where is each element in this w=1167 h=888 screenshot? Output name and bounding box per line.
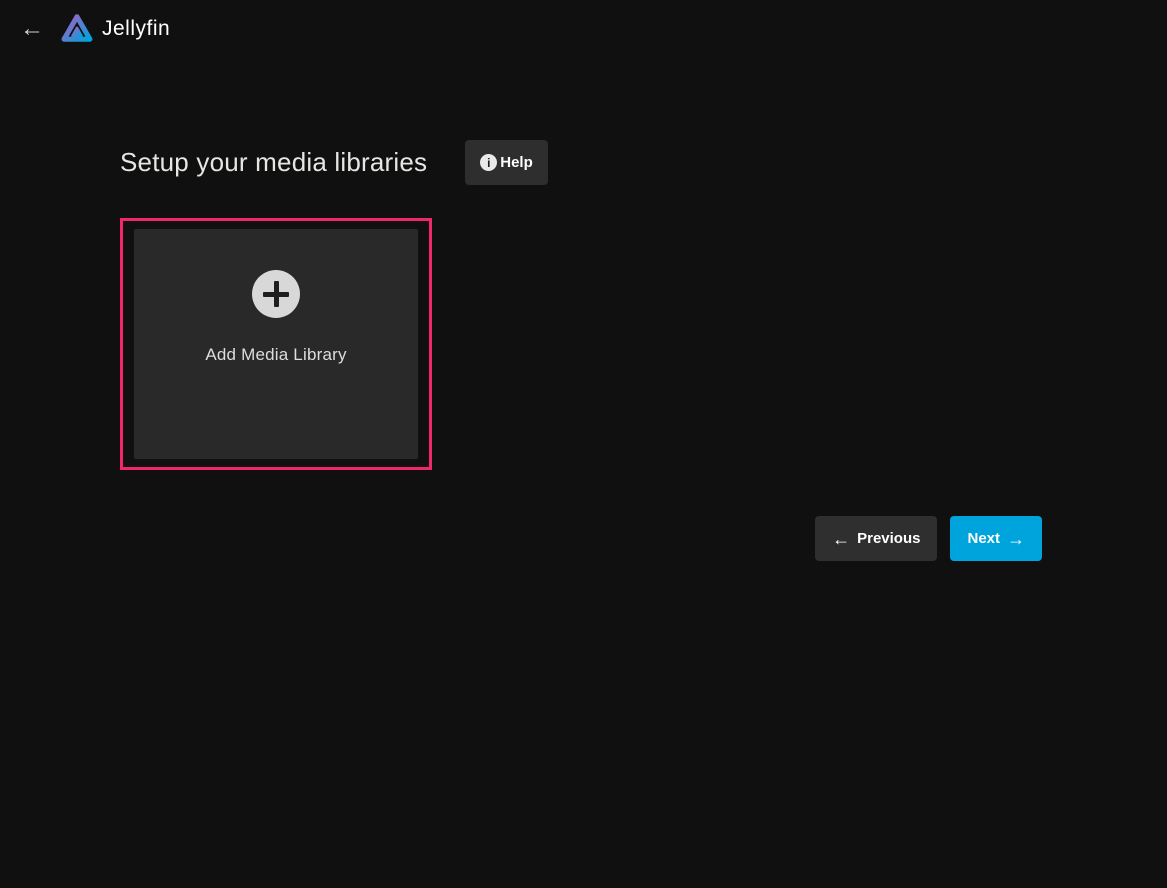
wizard-nav-buttons: ← Previous Next → (120, 516, 1042, 561)
jellyfin-logo-icon (60, 11, 94, 47)
arrow-right-icon: → (1007, 530, 1025, 548)
info-icon: i (480, 154, 497, 171)
setup-wizard-page: Setup your media libraries i Help Add Me… (0, 58, 1167, 561)
add-library-card-label: Add Media Library (205, 345, 346, 365)
next-button[interactable]: Next → (950, 516, 1042, 561)
previous-button-label: Previous (857, 530, 920, 547)
plus-icon (252, 270, 300, 318)
arrow-left-icon: ← (832, 530, 850, 548)
back-arrow-icon: ← (20, 17, 44, 41)
back-button[interactable]: ← (14, 11, 50, 47)
library-grid: Add Media Library (120, 218, 1042, 470)
help-button[interactable]: i Help (465, 140, 548, 185)
previous-button[interactable]: ← Previous (815, 516, 937, 561)
app-header: ← Jellyfin (0, 0, 1167, 58)
heading-row: Setup your media libraries i Help (120, 140, 1042, 185)
add-library-card[interactable]: Add Media Library (120, 218, 432, 470)
help-button-label: Help (500, 154, 533, 171)
page-title: Setup your media libraries (120, 147, 427, 178)
app-name: Jellyfin (102, 17, 170, 41)
app-logo: Jellyfin (60, 11, 170, 47)
add-library-card-inner[interactable]: Add Media Library (134, 229, 418, 459)
next-button-label: Next (967, 530, 1000, 547)
